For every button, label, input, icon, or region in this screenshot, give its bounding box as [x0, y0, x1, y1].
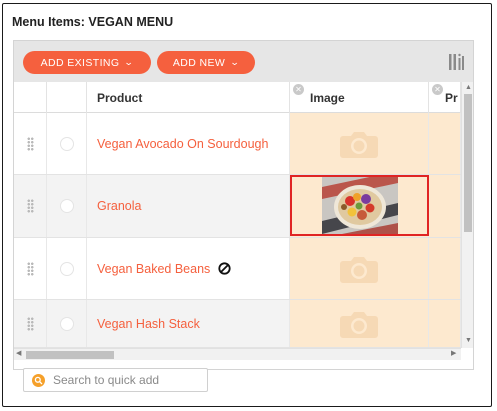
drag-handle[interactable] [14, 113, 47, 174]
horizontal-scroll-thumb[interactable] [26, 351, 114, 359]
grid-header: Product ✕ Image ✕ Pr [14, 82, 461, 113]
grid-toolbar: ADD EXISTING ⌄ ADD NEW ⌄ [14, 41, 473, 82]
vertical-scrollbar[interactable]: ▲ ▼ [461, 82, 473, 348]
scroll-right-icon[interactable]: ▶ [451, 349, 456, 359]
row-select-cell [47, 300, 87, 347]
granola-thumbnail[interactable] [321, 177, 398, 234]
product-cell[interactable]: Vegan Hash Stack [87, 300, 290, 347]
row-select-radio[interactable] [59, 261, 74, 276]
panel-title: Menu Items: VEGAN MENU [12, 15, 174, 29]
header-select-col [47, 82, 87, 113]
image-cell[interactable] [290, 175, 429, 237]
product-name: Vegan Baked Beans [97, 261, 211, 276]
header-product[interactable]: Product [87, 82, 290, 113]
header-price-label: Pr [445, 90, 458, 105]
quick-add-search[interactable] [23, 368, 208, 392]
scroll-up-icon[interactable]: ▲ [465, 83, 472, 93]
header-drag-col [14, 82, 47, 113]
price-cell[interactable] [429, 175, 461, 237]
table-row[interactable]: Vegan Baked Beans [14, 238, 461, 300]
add-new-label: ADD NEW [172, 56, 226, 69]
product-name: Vegan Avocado On Sourdough [97, 136, 269, 151]
row-select-cell [47, 175, 87, 237]
price-cell[interactable] [429, 113, 461, 174]
drag-handle[interactable] [14, 300, 47, 347]
search-icon [32, 373, 45, 387]
drag-handle-icon [26, 261, 34, 276]
drag-handle[interactable] [14, 238, 47, 299]
chevron-down-icon: ⌄ [124, 57, 135, 67]
product-name: Granola [97, 199, 142, 213]
column-toggle-icon[interactable] [449, 51, 465, 73]
header-price[interactable]: ✕ Pr [429, 82, 461, 113]
search-input[interactable] [53, 373, 203, 387]
table-row[interactable]: Vegan Hash Stack [14, 300, 461, 348]
add-new-button[interactable]: ADD NEW ⌄ [157, 51, 255, 74]
product-cell[interactable]: Vegan Baked Beans [87, 238, 290, 299]
product-cell[interactable]: Granola [87, 175, 290, 237]
drag-handle[interactable] [14, 175, 47, 237]
product-cell[interactable]: Vegan Avocado On Sourdough [87, 113, 290, 174]
row-select-radio[interactable] [59, 316, 74, 331]
drag-handle-icon [26, 136, 34, 151]
image-cell[interactable] [290, 113, 429, 174]
vertical-scroll-thumb[interactable] [464, 94, 472, 232]
row-select-radio[interactable] [59, 136, 74, 151]
drag-handle-icon [26, 199, 34, 213]
chevron-down-icon: ⌄ [230, 57, 241, 67]
row-select-cell [47, 238, 87, 299]
add-existing-button[interactable]: ADD EXISTING ⌄ [23, 51, 151, 74]
remove-column-icon[interactable]: ✕ [432, 84, 443, 95]
menu-items-panel: Menu Items: VEGAN MENU ADD EXISTING ⌄ AD… [2, 3, 492, 407]
image-cell[interactable] [290, 238, 429, 299]
scroll-down-icon[interactable]: ▼ [465, 336, 472, 346]
camera-placeholder-icon [340, 311, 378, 338]
row-select-radio[interactable] [59, 199, 74, 213]
header-image[interactable]: ✕ Image [290, 82, 429, 113]
scroll-left-icon[interactable]: ◀ [16, 349, 21, 359]
price-cell[interactable] [429, 300, 461, 347]
menu-items-grid: ADD EXISTING ⌄ ADD NEW ⌄ Product ✕ Image… [13, 40, 474, 370]
image-cell[interactable] [290, 300, 429, 347]
table-row[interactable]: Granola [14, 175, 461, 238]
drag-handle-icon [26, 316, 34, 331]
table-row[interactable]: Vegan Avocado On Sourdough [14, 113, 461, 175]
unavailable-icon [218, 262, 231, 275]
add-existing-label: ADD EXISTING [40, 56, 120, 69]
camera-placeholder-icon [340, 256, 378, 283]
remove-column-icon[interactable]: ✕ [293, 84, 304, 95]
horizontal-scrollbar[interactable]: ◀ ▶ [14, 348, 461, 360]
header-image-label: Image [310, 90, 345, 105]
camera-placeholder-icon [340, 131, 378, 158]
product-name: Vegan Hash Stack [97, 316, 200, 331]
price-cell[interactable] [429, 238, 461, 299]
image-cell-selection [290, 175, 429, 236]
header-product-label: Product [97, 90, 143, 105]
row-select-cell [47, 113, 87, 174]
